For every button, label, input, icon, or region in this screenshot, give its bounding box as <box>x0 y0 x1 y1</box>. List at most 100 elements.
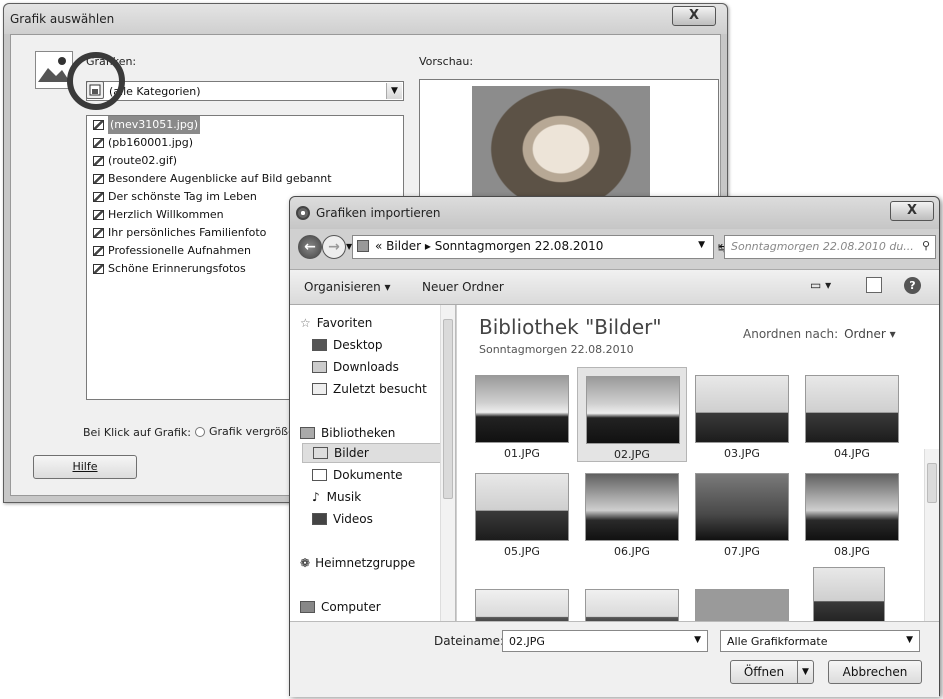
preview-pane-icon[interactable] <box>866 277 882 293</box>
list-item[interactable]: (pb160001.jpg) <box>87 134 403 152</box>
file-item[interactable]: 03.JPG <box>687 367 797 462</box>
close-button[interactable]: X <box>672 6 716 26</box>
photo-thumbnail <box>475 589 569 621</box>
content-scrollbar[interactable] <box>924 449 939 621</box>
window-title: Grafik auswählen <box>10 12 115 26</box>
scroll-thumb[interactable] <box>927 463 937 503</box>
cancel-button[interactable]: Abbrechen <box>828 660 922 684</box>
image-icon <box>93 174 104 184</box>
help-icon[interactable]: ? <box>904 277 921 294</box>
view-options-icon[interactable]: ▭ ▾ <box>810 278 831 292</box>
image-icon <box>93 264 104 274</box>
file-item[interactable]: 08.JPG <box>797 465 907 560</box>
homegroup-icon: ❁ <box>300 556 311 570</box>
nav-music[interactable]: ♪ Musik <box>312 487 361 507</box>
photo-thumbnail <box>695 473 789 541</box>
nav-recent[interactable]: Zuletzt besucht <box>312 379 427 399</box>
file-item[interactable]: 01.JPG <box>467 367 577 462</box>
nav-computer[interactable]: Computer <box>300 597 381 617</box>
organize-menu[interactable]: Organisieren ▾ <box>304 280 391 294</box>
nav-desktop[interactable]: Desktop <box>312 335 383 355</box>
chevron-down-icon[interactable]: ▼ <box>386 83 402 99</box>
chevron-down-icon[interactable]: ▼ <box>698 240 705 250</box>
file-item[interactable] <box>467 581 577 621</box>
filename-input[interactable]: 02.JPG ▼ <box>502 630 708 652</box>
image-icon <box>93 210 104 220</box>
address-bar[interactable]: « Bilder ▸ Sonntagmorgen 22.08.2010 ▼ <box>352 235 714 259</box>
chevron-down-icon[interactable]: ▼ <box>694 635 701 645</box>
back-arrow-icon[interactable]: ← <box>298 235 322 259</box>
image-icon <box>93 246 104 256</box>
image-icon <box>93 138 104 148</box>
chevron-down-icon[interactable]: ▼ <box>797 661 813 683</box>
search-icon[interactable]: ⚲ <box>922 239 930 252</box>
list-item[interactable]: (mev31051.jpg) <box>87 116 403 134</box>
titlebar: Grafiken importieren X <box>290 197 939 229</box>
nav-homegroup[interactable]: ❁ Heimnetzgruppe <box>300 553 415 573</box>
address-row: ← → ▼ « Bilder ▸ Sonntagmorgen 22.08.201… <box>290 229 939 265</box>
file-item[interactable]: 05.JPG <box>467 465 577 560</box>
highlight-circle <box>67 52 125 110</box>
photo-thumbnail <box>475 473 569 541</box>
videos-icon <box>312 513 327 525</box>
star-icon: ☆ <box>300 316 311 330</box>
nav-scrollbar[interactable] <box>440 305 455 621</box>
category-combo[interactable]: (alle Kategorien) ▼ <box>86 81 404 101</box>
toolbar: Organisieren ▾ Neuer Ordner ▭ ▾ ? <box>290 269 939 305</box>
library-title: Bibliothek "Bilder" <box>479 315 662 339</box>
file-item[interactable]: 04.JPG <box>797 367 907 462</box>
list-item[interactable]: (route02.gif) <box>87 152 403 170</box>
close-button[interactable]: X <box>890 201 934 221</box>
photo-thumbnail <box>585 589 679 621</box>
photo-thumbnail <box>586 376 680 444</box>
scroll-thumb[interactable] <box>443 319 453 499</box>
breadcrumb-folder[interactable]: Sonntagmorgen 22.08.2010 <box>435 239 604 253</box>
documents-icon <box>312 469 327 481</box>
nav-videos[interactable]: Videos <box>312 509 373 529</box>
folder-icon <box>357 240 369 252</box>
nav-documents[interactable]: Dokumente <box>312 465 403 485</box>
file-item[interactable]: 02.JPG <box>577 367 687 462</box>
list-item[interactable]: Besondere Augenblicke auf Bild gebannt <box>87 170 403 188</box>
search-input[interactable]: Sonntagmorgen 22.08.2010 du... ⚲ <box>724 235 936 259</box>
open-button[interactable]: Öffnen ▼ <box>730 660 814 684</box>
photo-thumbnail <box>475 375 569 443</box>
photo-thumbnail <box>805 473 899 541</box>
filename-label: Dateiname: <box>434 634 505 648</box>
forward-arrow-icon[interactable]: → <box>322 235 346 259</box>
desktop-icon <box>312 339 327 351</box>
arrange-by[interactable]: Anordnen nach: Ordner ▾ <box>743 327 896 341</box>
nav-downloads[interactable]: Downloads <box>312 357 399 377</box>
image-icon <box>93 192 104 202</box>
file-item[interactable] <box>687 581 797 621</box>
help-button[interactable]: Hilfe <box>33 455 137 479</box>
grafiken-importieren-dialog: Grafiken importieren X ← → ▼ « Bilder ▸ … <box>289 196 940 697</box>
file-view: Bibliothek "Bilder" Sonntagmorgen 22.08.… <box>457 305 939 621</box>
nav-pictures[interactable]: Bilder <box>302 443 442 463</box>
chevron-down-icon[interactable]: ▼ <box>906 635 913 645</box>
new-folder-button[interactable]: Neuer Ordner <box>422 280 504 294</box>
image-icon <box>93 120 104 130</box>
file-item[interactable] <box>577 581 687 621</box>
photo-thumbnail <box>695 375 789 443</box>
file-item[interactable]: 07.JPG <box>687 465 797 560</box>
file-item[interactable]: 06.JPG <box>577 465 687 560</box>
preview-label: Vorschau: <box>419 55 474 68</box>
library-subtitle: Sonntagmorgen 22.08.2010 <box>479 343 634 356</box>
file-item[interactable] <box>805 559 915 621</box>
breadcrumb-prefix[interactable]: « <box>375 239 382 253</box>
nav-favorites[interactable]: ☆ Favoriten <box>300 313 372 333</box>
radio-icon[interactable] <box>195 427 205 437</box>
nav-libraries[interactable]: Bibliotheken <box>300 423 395 443</box>
click-label: Bei Klick auf Grafik: <box>83 426 191 439</box>
recent-places-icon <box>312 383 327 395</box>
navigation-pane: ☆ Favoriten Desktop Downloads Zuletzt bes… <box>290 305 456 621</box>
filetype-select[interactable]: Alle Grafikformate ▼ <box>720 630 920 652</box>
file-controls: Dateiname: 02.JPG ▼ Alle Grafikformate ▼… <box>290 621 939 697</box>
image-icon <box>93 228 104 238</box>
window-title: Grafiken importieren <box>316 206 441 220</box>
breadcrumb-separator: ▸ <box>424 239 431 253</box>
photo-thumbnail <box>585 473 679 541</box>
breadcrumb-bilder[interactable]: Bilder <box>386 239 421 253</box>
computer-icon <box>300 601 315 613</box>
